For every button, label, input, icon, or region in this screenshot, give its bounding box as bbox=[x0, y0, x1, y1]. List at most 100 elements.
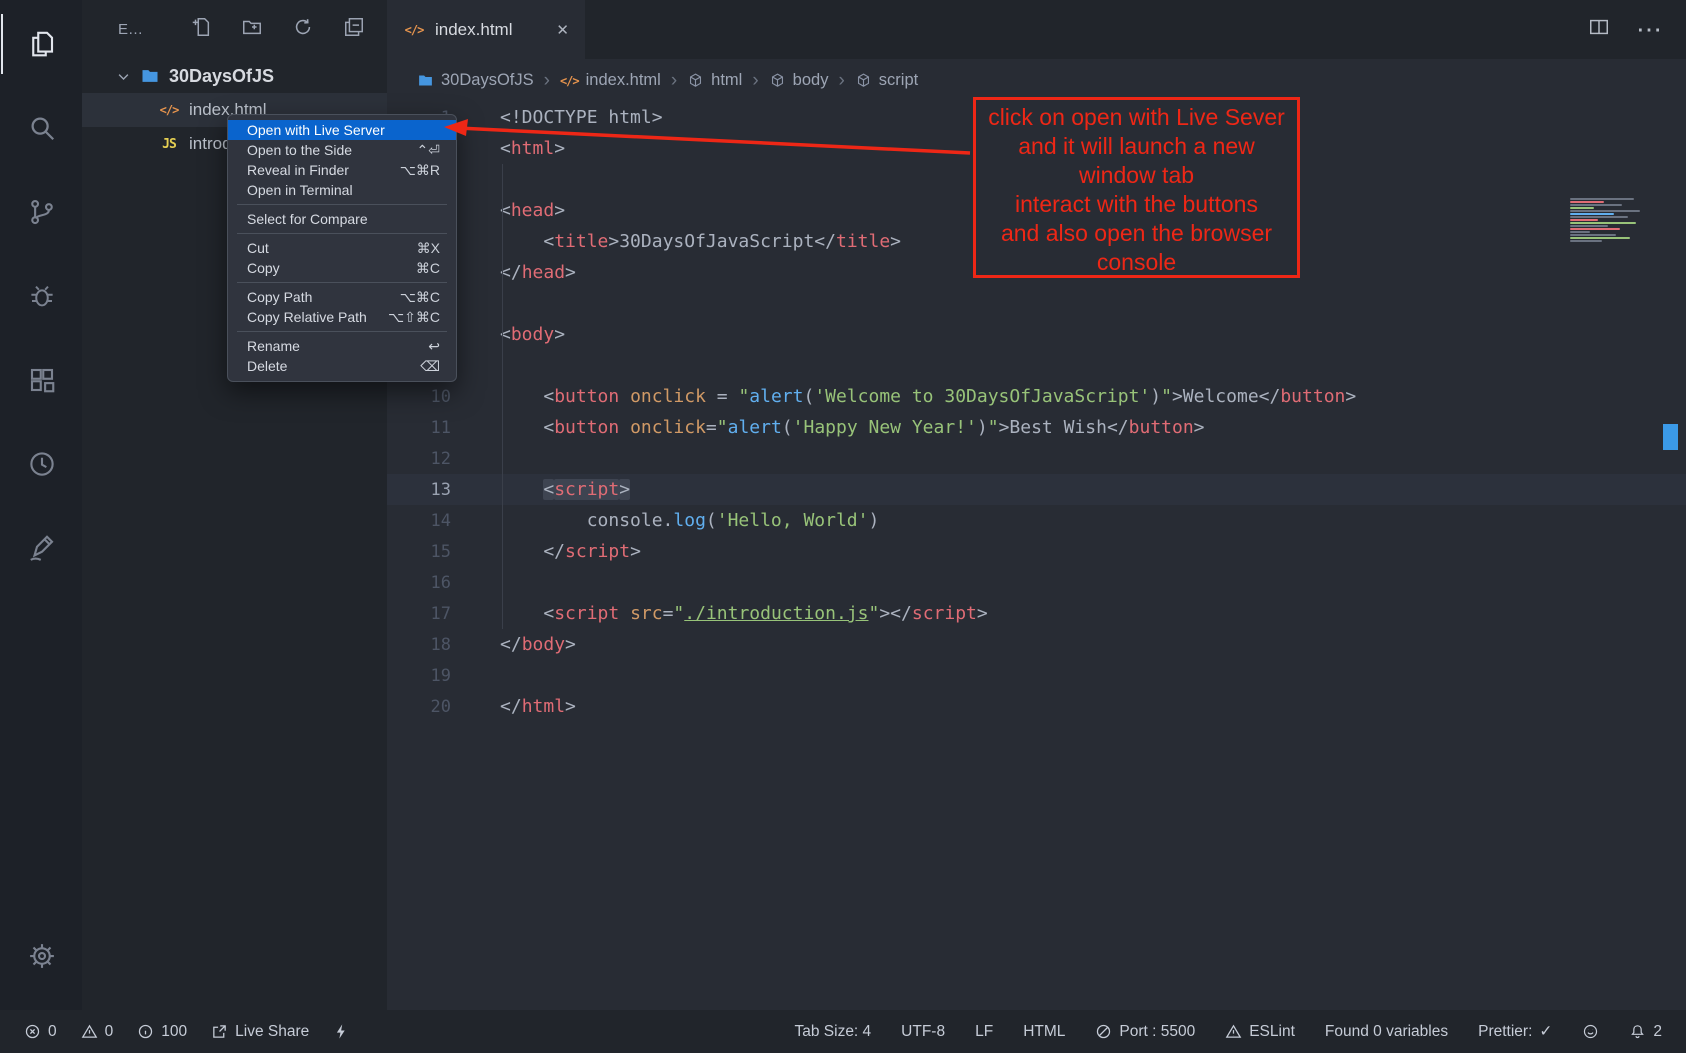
search-icon[interactable] bbox=[1, 98, 81, 158]
status-bar: 0 0 100 Live Share Tab Size: 4 UTF-8 LF … bbox=[0, 1010, 1686, 1053]
html-file-icon: </> bbox=[403, 23, 425, 37]
menu-item-open-to-the-side[interactable]: Open to the Side⌃⏎ bbox=[228, 140, 456, 160]
code-line[interactable]: 7 bbox=[387, 288, 1686, 319]
code-line[interactable]: 8<body> bbox=[387, 319, 1686, 350]
explorer-title: E… bbox=[118, 21, 143, 38]
minimap-line bbox=[1570, 231, 1590, 233]
tab-title: index.html bbox=[435, 20, 512, 40]
minimap-line bbox=[1570, 207, 1594, 209]
feedback-icon[interactable] bbox=[1, 518, 81, 578]
settings-gear-icon[interactable] bbox=[1, 926, 81, 986]
minimap-line bbox=[1570, 216, 1628, 218]
breadcrumb-label: body bbox=[793, 71, 829, 90]
error-icon bbox=[24, 1023, 41, 1040]
code-line[interactable]: 9 bbox=[387, 350, 1686, 381]
folder-label: 30DaysOfJS bbox=[169, 66, 274, 87]
code-line[interactable]: 11 <button onclick="alert('Happy New Yea… bbox=[387, 412, 1686, 443]
notifications-bell[interactable]: 2 bbox=[1629, 1023, 1662, 1041]
more-actions-icon[interactable] bbox=[1636, 14, 1662, 45]
code-line[interactable]: 16 bbox=[387, 567, 1686, 598]
editor-actions bbox=[1588, 0, 1686, 59]
code-line[interactable]: 20</html> bbox=[387, 691, 1686, 722]
breadcrumb: 30DaysOfJS </> index.html html body bbox=[387, 59, 1686, 102]
menu-item-delete[interactable]: Delete⌫ bbox=[228, 356, 456, 376]
lightning-icon bbox=[333, 1023, 350, 1040]
menu-item-reveal-in-finder[interactable]: Reveal in Finder⌥⌘R bbox=[228, 160, 456, 180]
variables-status[interactable]: Found 0 variables bbox=[1325, 1023, 1448, 1041]
source-control-icon[interactable] bbox=[1, 182, 81, 242]
collapse-all-icon[interactable] bbox=[343, 16, 365, 43]
code-line[interactable]: 18</body> bbox=[387, 629, 1686, 660]
timeline-icon[interactable] bbox=[1, 434, 81, 494]
menu-item-copy[interactable]: Copy⌘C bbox=[228, 258, 456, 278]
menu-item-rename[interactable]: Rename↩ bbox=[228, 336, 456, 356]
line-text: <button onclick = "alert('Welcome to 30D… bbox=[465, 386, 1356, 407]
split-editor-icon[interactable] bbox=[1588, 16, 1610, 43]
menu-item-open-with-live-server[interactable]: Open with Live Server bbox=[228, 120, 456, 140]
breadcrumb-item-html[interactable]: html bbox=[687, 71, 742, 90]
code-line[interactable]: 13 <script> bbox=[387, 474, 1686, 505]
scrollbar-marker[interactable] bbox=[1663, 424, 1678, 450]
minimap-line bbox=[1570, 201, 1604, 203]
info-metric[interactable]: 100 bbox=[137, 1023, 187, 1041]
chevron-right-icon bbox=[669, 70, 679, 92]
feedback-smiley[interactable] bbox=[1582, 1023, 1599, 1040]
refresh-icon[interactable] bbox=[292, 16, 314, 43]
breadcrumb-item-folder[interactable]: 30DaysOfJS bbox=[417, 71, 534, 90]
minimap[interactable] bbox=[1570, 198, 1670, 242]
language-indicator[interactable]: HTML bbox=[1023, 1023, 1065, 1041]
code-line[interactable]: 19 bbox=[387, 660, 1686, 691]
symbol-cube-icon bbox=[687, 72, 704, 89]
menu-item-open-in-terminal[interactable]: Open in Terminal bbox=[228, 180, 456, 200]
tab-index-html[interactable]: </> index.html bbox=[387, 0, 585, 59]
minimap-line bbox=[1570, 237, 1630, 239]
menu-item-copy-path[interactable]: Copy Path⌥⌘C bbox=[228, 287, 456, 307]
minimap-line bbox=[1570, 213, 1614, 215]
symbol-cube-icon bbox=[769, 72, 786, 89]
line-number: 19 bbox=[387, 666, 465, 686]
indent-guide bbox=[502, 164, 503, 629]
menu-item-copy-relative-path[interactable]: Copy Relative Path⌥⇧⌘C bbox=[228, 307, 456, 327]
problems-warnings[interactable]: 0 bbox=[81, 1023, 114, 1041]
minimap-line bbox=[1570, 240, 1602, 242]
code-line[interactable]: 14 console.log('Hello, World') bbox=[387, 505, 1686, 536]
eslint-status[interactable]: ESLint bbox=[1225, 1023, 1295, 1041]
eol-indicator[interactable]: LF bbox=[975, 1023, 993, 1041]
extensions-icon[interactable] bbox=[1, 350, 81, 410]
tree-folder-30DaysOfJS[interactable]: 30DaysOfJS bbox=[82, 59, 387, 93]
context-menu: Open with Live ServerOpen to the Side⌃⏎R… bbox=[227, 114, 457, 382]
close-icon[interactable] bbox=[556, 20, 569, 39]
breadcrumb-item-body[interactable]: body bbox=[769, 71, 829, 90]
menu-item-cut[interactable]: Cut⌘X bbox=[228, 238, 456, 258]
problems-errors[interactable]: 0 bbox=[24, 1023, 57, 1041]
line-number: 15 bbox=[387, 542, 465, 562]
prettier-status[interactable]: Prettier:✓ bbox=[1478, 1022, 1552, 1041]
encoding-indicator[interactable]: UTF-8 bbox=[901, 1023, 945, 1041]
menu-item-select-for-compare[interactable]: Select for Compare bbox=[228, 209, 456, 229]
minimap-line bbox=[1570, 222, 1636, 224]
new-folder-icon[interactable] bbox=[241, 16, 263, 43]
live-server-port[interactable]: Port : 5500 bbox=[1095, 1023, 1195, 1041]
explorer-icon[interactable] bbox=[1, 14, 81, 74]
live-share-label: Live Share bbox=[235, 1023, 309, 1041]
explorer-header: E… bbox=[82, 0, 387, 59]
breadcrumb-item-file[interactable]: </> index.html bbox=[560, 71, 661, 90]
line-number: 18 bbox=[387, 635, 465, 655]
code-line[interactable]: 15 </script> bbox=[387, 536, 1686, 567]
line-text: <body> bbox=[465, 324, 565, 345]
code-line[interactable]: 12 bbox=[387, 443, 1686, 474]
line-text: <head> bbox=[465, 200, 565, 221]
run-debug-icon[interactable] bbox=[1, 266, 81, 326]
minimap-line bbox=[1570, 198, 1634, 200]
menu-separator bbox=[237, 233, 447, 234]
tab-size-indicator[interactable]: Tab Size: 4 bbox=[794, 1023, 871, 1041]
new-file-icon[interactable] bbox=[190, 16, 212, 43]
lightning-button[interactable] bbox=[333, 1023, 350, 1040]
code-line[interactable]: 17 <script src="./introduction.js"></scr… bbox=[387, 598, 1686, 629]
live-share-button[interactable]: Live Share bbox=[211, 1023, 309, 1041]
code-line[interactable]: 10 <button onclick = "alert('Welcome to … bbox=[387, 381, 1686, 412]
smiley-icon bbox=[1582, 1023, 1599, 1040]
line-number: 10 bbox=[387, 387, 465, 407]
breadcrumb-item-script[interactable]: script bbox=[855, 71, 918, 90]
breadcrumb-label: html bbox=[711, 71, 742, 90]
